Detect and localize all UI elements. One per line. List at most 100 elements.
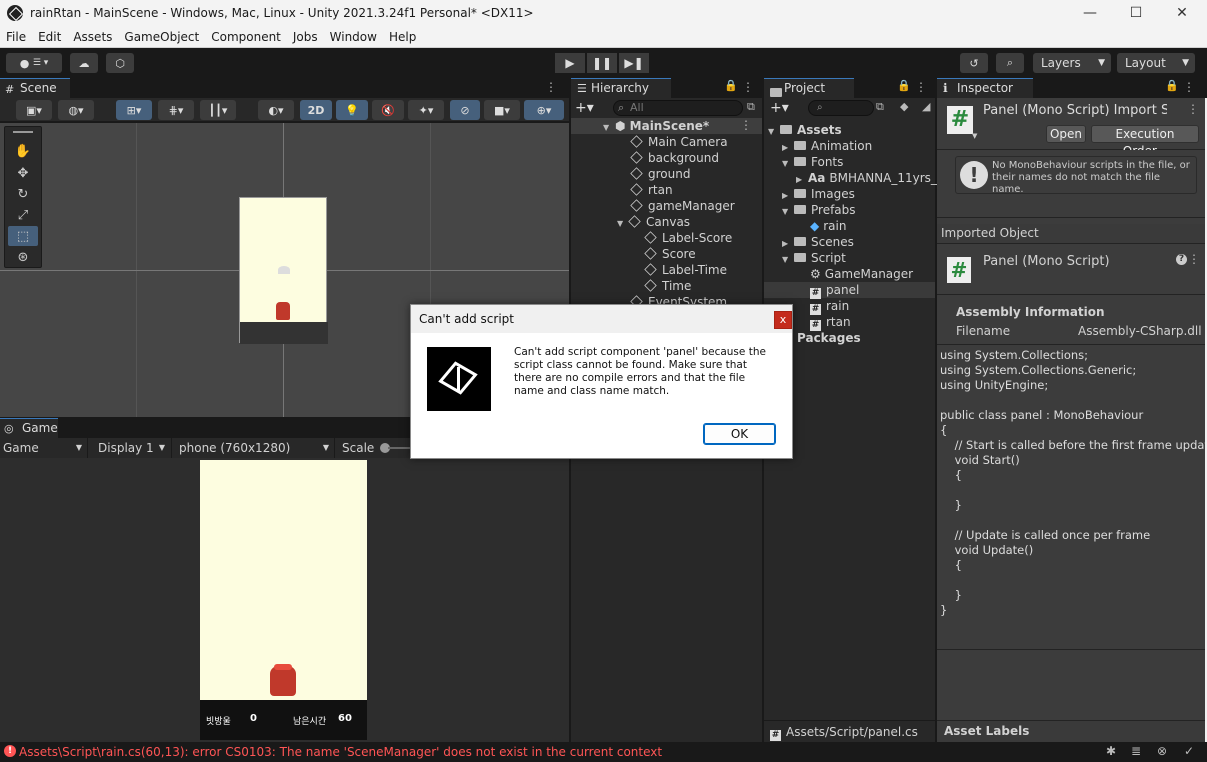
- grid-snap-button[interactable]: ⋕▾: [158, 100, 194, 120]
- kebab-menu-icon[interactable]: ⋮: [1187, 102, 1199, 116]
- game-mode-dropdown[interactable]: Game ▼: [0, 438, 88, 458]
- rotate-tool-icon[interactable]: ↻: [8, 184, 38, 204]
- camera-dropdown[interactable]: ■▾: [484, 100, 520, 120]
- lighting-toggle[interactable]: 💡: [336, 100, 368, 120]
- scale-slider-track[interactable]: [388, 447, 410, 449]
- hierarchy-item-gamemanager[interactable]: gameManager: [630, 198, 735, 214]
- project-search-input[interactable]: ⌕: [808, 100, 874, 116]
- console-error-message[interactable]: Assets\Script\rain.cs(60,13): error CS01…: [19, 745, 662, 759]
- menu-file[interactable]: File: [0, 30, 32, 44]
- search-button[interactable]: ⌕: [996, 53, 1024, 73]
- hierarchy-item-time[interactable]: Time: [644, 278, 691, 294]
- hierarchy-item-ground[interactable]: ground: [630, 166, 690, 182]
- play-button[interactable]: ▶: [555, 53, 585, 73]
- minimize-button[interactable]: —: [1067, 0, 1113, 26]
- dialog-close-button[interactable]: x: [774, 311, 792, 329]
- hierarchy-item-background[interactable]: background: [630, 150, 719, 166]
- tab-project[interactable]: Project: [764, 78, 854, 98]
- tab-hierarchy[interactable]: ☰ Hierarchy: [571, 78, 671, 98]
- pause-button[interactable]: ❚❚: [587, 53, 617, 73]
- snap-button[interactable]: ⊞▾: [116, 100, 152, 120]
- database-icon[interactable]: ≣: [1131, 744, 1141, 758]
- progress-icon[interactable]: ⊗: [1157, 744, 1167, 758]
- account-dropdown[interactable]: ● ☰ ▾: [6, 53, 62, 73]
- project-item-script[interactable]: ▼ Script: [782, 250, 846, 266]
- menu-edit[interactable]: Edit: [32, 30, 67, 44]
- project-item-rain-script[interactable]: # rain: [810, 298, 849, 315]
- global-dropdown[interactable]: ◍▾: [58, 100, 94, 120]
- lock-icon[interactable]: 🔒: [1165, 79, 1179, 92]
- menu-gameobject[interactable]: GameObject: [118, 30, 205, 44]
- scale-tool-icon[interactable]: ⤢: [8, 205, 38, 225]
- hierarchy-item-label-time[interactable]: Label-Time: [644, 262, 727, 278]
- filter-icon[interactable]: ◆: [900, 100, 908, 113]
- shading-dropdown[interactable]: ◐▾: [258, 100, 294, 120]
- expand-triangle-icon[interactable]: ▼: [768, 124, 780, 140]
- menu-window[interactable]: Window: [324, 30, 383, 44]
- rect-tool-icon[interactable]: ⬚: [8, 226, 38, 246]
- kebab-menu-icon[interactable]: ⋮: [1188, 252, 1200, 266]
- project-item-fonts[interactable]: ▼ Fonts: [782, 154, 843, 170]
- layout-dropdown[interactable]: Layout ▼: [1117, 53, 1195, 73]
- hierarchy-item-canvas[interactable]: ▼ Canvas: [617, 214, 690, 230]
- lock-icon[interactable]: 🔒: [724, 79, 738, 92]
- expand-triangle-icon[interactable]: ▼: [782, 252, 794, 268]
- draw-mode-dropdown[interactable]: ▣▾: [16, 100, 52, 120]
- collab-button[interactable]: ⬡: [106, 53, 134, 73]
- kebab-menu-icon[interactable]: ⋮: [742, 80, 754, 94]
- undo-history-button[interactable]: ↺: [960, 53, 988, 73]
- project-item-images[interactable]: ▶ Images: [782, 186, 855, 202]
- menu-jobs[interactable]: Jobs: [287, 30, 324, 44]
- project-item-animation[interactable]: ▶ Animation: [782, 138, 872, 154]
- 2d-toggle[interactable]: 2D: [300, 100, 332, 120]
- check-icon[interactable]: ✓: [1184, 744, 1194, 758]
- expand-triangle-icon[interactable]: ▼: [782, 156, 794, 172]
- open-button[interactable]: Open: [1046, 125, 1086, 143]
- project-item-prefabs[interactable]: ▼ Prefabs: [782, 202, 856, 218]
- hierarchy-item-label-score[interactable]: Label-Score: [644, 230, 732, 246]
- hierarchy-item-rtan[interactable]: rtan: [630, 182, 673, 198]
- gizmos-dropdown[interactable]: ⊕▾: [524, 100, 564, 120]
- search-by-type-icon[interactable]: ⧉: [876, 100, 884, 114]
- move-tool-icon[interactable]: ✥: [8, 163, 38, 183]
- add-icon[interactable]: +▾: [575, 100, 594, 116]
- project-item-font-file[interactable]: ▶ Aa BMHANNA_11yrs_tt: [796, 170, 946, 186]
- lock-icon[interactable]: 🔒: [897, 79, 911, 92]
- bug-icon[interactable]: ✱: [1106, 744, 1116, 758]
- cloud-button[interactable]: ☁: [70, 53, 98, 73]
- project-item-gamemanager[interactable]: ⚙ GameManager: [810, 266, 913, 282]
- menu-help[interactable]: Help: [383, 30, 422, 44]
- project-item-scenes[interactable]: ▶ Scenes: [782, 234, 854, 250]
- favorite-icon[interactable]: ◢: [922, 100, 930, 113]
- menu-assets[interactable]: Assets: [67, 30, 118, 44]
- step-button[interactable]: ▶❚: [619, 53, 649, 73]
- maximize-button[interactable]: ☐: [1113, 0, 1159, 26]
- project-item-panel[interactable]: # panel: [810, 282, 859, 299]
- audio-toggle[interactable]: 🔇: [372, 100, 404, 120]
- ok-button[interactable]: OK: [703, 423, 776, 445]
- project-item-rain-prefab[interactable]: ◆ rain: [810, 218, 846, 234]
- tab-scene[interactable]: # Scene: [0, 78, 70, 98]
- asset-labels-bar[interactable]: Asset Labels: [937, 720, 1205, 742]
- expand-triangle-icon[interactable]: ▼: [617, 216, 629, 232]
- expand-triangle-icon[interactable]: ▼: [603, 120, 615, 136]
- close-button[interactable]: ✕: [1159, 0, 1205, 26]
- resolution-dropdown[interactable]: phone (760x1280) ▼: [175, 438, 335, 458]
- effects-dropdown[interactable]: ✦▾: [408, 100, 444, 120]
- project-item-rtan-script[interactable]: # rtan: [810, 314, 851, 331]
- tab-inspector[interactable]: ℹ Inspector: [937, 78, 1033, 98]
- hierarchy-item-score[interactable]: Score: [644, 246, 696, 262]
- add-icon[interactable]: +▾: [770, 100, 789, 116]
- chevron-down-icon[interactable]: ▼: [972, 132, 977, 140]
- hand-tool-icon[interactable]: ✋: [8, 141, 38, 161]
- tab-game[interactable]: ◎ Game: [0, 418, 58, 438]
- display-dropdown[interactable]: Display 1 ▼: [92, 438, 172, 458]
- visibility-toggle[interactable]: ⊘: [450, 100, 480, 120]
- help-icon[interactable]: ?: [1176, 254, 1187, 265]
- increment-snap-button[interactable]: ┃┃▾: [200, 100, 236, 120]
- hierarchy-item-main-camera[interactable]: Main Camera: [630, 134, 728, 150]
- game-view[interactable]: 빗방울 0 남은시간 60: [0, 458, 569, 742]
- menu-component[interactable]: Component: [205, 30, 287, 44]
- kebab-menu-icon[interactable]: ⋮: [740, 118, 752, 132]
- hierarchy-search-input[interactable]: ⌕ All: [613, 100, 743, 116]
